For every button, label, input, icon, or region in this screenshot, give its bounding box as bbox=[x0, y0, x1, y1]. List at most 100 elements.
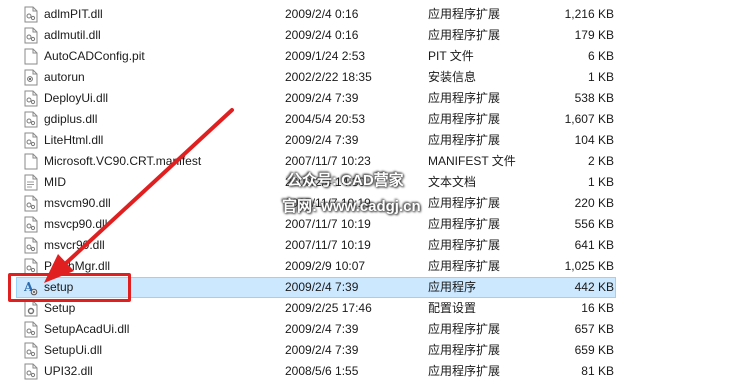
file-row[interactable]: AutoCADConfig.pit 2009/1/24 2:53 PIT 文件 6 K… bbox=[0, 46, 733, 67]
file-size: 657 KB bbox=[574, 322, 614, 336]
dll-icon bbox=[24, 132, 38, 149]
watermark-line-1: 公众号: CAD营家 bbox=[287, 172, 404, 189]
file-size: 179 KB bbox=[574, 28, 614, 42]
file-name: gdiplus.dll bbox=[44, 112, 98, 126]
file-row[interactable]: autorun 2002/2/22 18:35 安装信息 1 KB bbox=[0, 67, 733, 88]
file-type: 应用程序扩展 bbox=[428, 364, 501, 378]
file-row[interactable]: adlmutil.dll 2009/2/4 0:16 应用程序扩展 179 KB bbox=[0, 25, 733, 46]
file-size: 442 KB bbox=[574, 280, 614, 294]
file-row[interactable]: LiteHtml.dll 2009/2/4 7:39 应用程序扩展 104 KB bbox=[0, 130, 733, 151]
file-icon bbox=[24, 153, 38, 170]
file-date-modified: 2007/11/7 10:23 bbox=[285, 154, 371, 168]
inf-icon bbox=[24, 69, 38, 86]
file-date-modified: 2009/2/4 7:39 bbox=[285, 91, 359, 105]
file-size: 1,025 KB bbox=[564, 259, 614, 273]
file-type: 应用程序扩展 bbox=[428, 133, 501, 147]
file-size: 538 KB bbox=[574, 91, 614, 105]
dll-icon bbox=[24, 111, 38, 128]
file-name: SetupAcadUi.dll bbox=[44, 322, 130, 336]
file-row[interactable]: adlmPIT.dll 2009/2/4 0:16 应用程序扩展 1,216 KB bbox=[0, 4, 733, 25]
dll-icon bbox=[24, 321, 38, 338]
file-name: msvcp90.dll bbox=[44, 217, 108, 231]
file-name: msvcm90.dll bbox=[44, 196, 111, 210]
file-size: 6 KB bbox=[587, 49, 614, 63]
file-name: msvcr90.dll bbox=[44, 238, 105, 252]
file-size: 220 KB bbox=[574, 196, 614, 210]
dll-icon bbox=[24, 363, 38, 380]
text-icon bbox=[24, 174, 38, 191]
file-date-modified: 2009/1/24 2:53 bbox=[285, 49, 366, 63]
file-name: AutoCADConfig.pit bbox=[44, 49, 145, 63]
file-date-modified: 2009/2/4 0:16 bbox=[285, 7, 359, 21]
file-name: PatchMgr.dll bbox=[44, 259, 111, 273]
file-type: 应用程序扩展 bbox=[428, 196, 501, 210]
file-date-modified: 2009/2/25 17:46 bbox=[285, 301, 372, 315]
file-type: 安装信息 bbox=[428, 70, 477, 84]
file-row[interactable]: UPI32.dll 2008/5/6 1:55 应用程序扩展 81 KB bbox=[0, 361, 733, 382]
file-type: 文本文档 bbox=[428, 175, 477, 189]
file-type: 配置设置 bbox=[428, 301, 477, 315]
dll-icon bbox=[24, 237, 38, 254]
dll-icon bbox=[24, 195, 38, 212]
file-date-modified: 2007/11/7 10:19 bbox=[285, 217, 371, 231]
dll-icon bbox=[24, 342, 38, 359]
file-size: 1,607 KB bbox=[564, 112, 614, 126]
file-name: adlmutil.dll bbox=[44, 28, 101, 42]
settings-file-icon bbox=[24, 300, 38, 317]
file-size: 659 KB bbox=[574, 343, 614, 357]
file-date-modified: 2009/2/4 7:39 bbox=[285, 280, 359, 294]
file-size: 16 KB bbox=[581, 301, 614, 315]
dll-icon bbox=[24, 27, 38, 44]
file-icon bbox=[24, 48, 38, 65]
file-size: 1 KB bbox=[587, 175, 614, 189]
dll-icon bbox=[24, 90, 38, 107]
file-name: Setup bbox=[44, 301, 76, 315]
file-name: autorun bbox=[44, 70, 85, 84]
file-row[interactable]: SetupAcadUi.dll 2009/2/4 7:39 应用程序扩展 657 KB bbox=[0, 319, 733, 340]
file-date-modified: 2009/2/4 0:16 bbox=[285, 28, 359, 42]
dll-icon bbox=[24, 6, 38, 23]
file-type: 应用程序扩展 bbox=[428, 112, 501, 126]
file-name: LiteHtml.dll bbox=[44, 133, 104, 147]
file-type: 应用程序扩展 bbox=[428, 259, 501, 273]
file-row[interactable]: msvcr90.dll 2007/11/7 10:19 应用程序扩展 641 KB bbox=[0, 235, 733, 256]
file-type: 应用程序扩展 bbox=[428, 238, 501, 252]
file-type: 应用程序扩展 bbox=[428, 217, 501, 231]
file-date-modified: 2007/11/7 10:19 bbox=[285, 238, 371, 252]
file-name: UPI32.dll bbox=[44, 364, 93, 378]
file-type: 应用程序 bbox=[428, 280, 477, 294]
dll-icon bbox=[24, 216, 38, 233]
file-type: 应用程序扩展 bbox=[428, 91, 501, 105]
file-date-modified: 2009/2/9 10:07 bbox=[285, 259, 366, 273]
file-size: 2 KB bbox=[587, 154, 614, 168]
file-row[interactable]: DeployUi.dll 2009/2/4 7:39 应用程序扩展 538 KB bbox=[0, 88, 733, 109]
file-date-modified: 2009/2/4 7:39 bbox=[285, 343, 359, 357]
file-type: MANIFEST 文件 bbox=[428, 154, 516, 168]
file-type: 应用程序扩展 bbox=[428, 28, 501, 42]
file-date-modified: 2009/2/4 7:39 bbox=[285, 133, 359, 147]
file-size: 641 KB bbox=[574, 238, 614, 252]
file-name: Microsoft.VC90.CRT.manifest bbox=[44, 154, 202, 168]
file-name: adlmPIT.dll bbox=[44, 7, 103, 21]
file-type: 应用程序扩展 bbox=[428, 322, 501, 336]
file-date-modified: 2009/2/4 7:39 bbox=[285, 322, 359, 336]
file-type: 应用程序扩展 bbox=[428, 7, 501, 21]
file-size: 1,216 KB bbox=[564, 7, 614, 21]
file-row[interactable]: gdiplus.dll 2004/5/4 20:53 应用程序扩展 1,607 KB bbox=[0, 109, 733, 130]
file-row[interactable]: SetupUi.dll 2009/2/4 7:39 应用程序扩展 659 KB bbox=[0, 340, 733, 361]
file-date-modified: 2004/5/4 20:53 bbox=[285, 112, 366, 126]
file-size: 556 KB bbox=[574, 217, 614, 231]
file-name: SetupUi.dll bbox=[44, 343, 103, 357]
file-list: adlmPIT.dll 2009/2/4 0:16 应用程序扩展 1,216 KB ad… bbox=[0, 0, 733, 384]
file-name: MID bbox=[44, 175, 66, 189]
file-row[interactable]: msvcp90.dll 2007/11/7 10:19 应用程序扩展 556 KB bbox=[0, 214, 733, 235]
file-type: PIT 文件 bbox=[428, 49, 474, 63]
file-date-modified: 2008/5/6 1:55 bbox=[285, 364, 359, 378]
file-size: 81 KB bbox=[581, 364, 614, 378]
highlight-box bbox=[8, 273, 131, 302]
file-date-modified: 2002/2/22 18:35 bbox=[285, 70, 372, 84]
watermark-line-2: 官网: www.cadgj.cn bbox=[282, 198, 421, 215]
file-type: 应用程序扩展 bbox=[428, 343, 501, 357]
file-size: 104 KB bbox=[574, 133, 614, 147]
file-size: 1 KB bbox=[587, 70, 614, 84]
